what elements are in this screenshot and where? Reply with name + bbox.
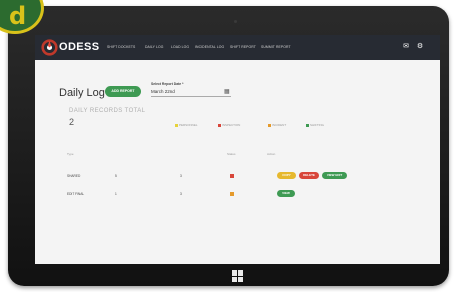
legend-incident: INCIDENT	[268, 123, 286, 127]
daily-records-label: DAILY RECORDS TOTAL	[69, 108, 146, 114]
legend-personnel: PERSONNEL	[175, 123, 198, 127]
logo-icon	[41, 39, 58, 56]
column-header-type: Type	[67, 152, 74, 156]
tablet-frame: ODESS SHIFT DOCKETS DAILY LOG LOAD LOG I…	[8, 6, 449, 286]
camera-dot	[234, 20, 237, 23]
nav-load-log[interactable]: LOAD LOG	[171, 45, 189, 49]
calendar-icon[interactable]: ▦	[224, 88, 230, 95]
add-report-button[interactable]: ADD REPORT	[105, 86, 141, 97]
legend-shifting: SHIFTING	[306, 123, 324, 127]
brand-name: ODESS	[59, 41, 100, 53]
status-indicator	[230, 174, 234, 178]
column-header-status: Status	[227, 152, 236, 156]
row-col2: 5	[115, 174, 117, 178]
nav-summit-report[interactable]: SUMMIT REPORT	[261, 45, 291, 49]
legend-inspection: INSPECTION	[218, 123, 240, 127]
row-type: EDIT FINAL	[67, 192, 85, 196]
main-content: Daily Log ADD REPORT Select Report Date …	[35, 60, 440, 264]
mail-icon[interactable]: ✉	[402, 43, 410, 51]
view-edit-button[interactable]: VIEW EDIT	[322, 172, 347, 179]
app-screen: ODESS SHIFT DOCKETS DAILY LOG LOAD LOG I…	[35, 35, 440, 264]
column-header-action: Action	[267, 152, 276, 156]
row-col3: 3	[180, 192, 182, 196]
row-col3: 3	[180, 174, 182, 178]
delete-button[interactable]: DELETE	[299, 172, 319, 179]
copy-button[interactable]: COPY	[277, 172, 296, 179]
gear-icon[interactable]: ⚙	[416, 43, 424, 51]
top-navbar: ODESS SHIFT DOCKETS DAILY LOG LOAD LOG I…	[35, 35, 440, 60]
nav-daily-log[interactable]: DAILY LOG	[145, 45, 164, 49]
page-title: Daily Log	[59, 87, 105, 99]
nav-incidental-log[interactable]: INCIDENTAL LOG	[195, 45, 224, 49]
date-label: Select Report Date *	[151, 82, 184, 86]
row-col2: 1	[115, 192, 117, 196]
row-type: SHARED	[67, 174, 81, 178]
nav-shift-dockets[interactable]: SHIFT DOCKETS	[107, 45, 135, 49]
windows-logo-icon[interactable]	[232, 270, 244, 282]
view-button[interactable]: VIEW	[277, 190, 295, 197]
badge-letter: d	[9, 2, 27, 30]
daily-records-count: 2	[69, 117, 75, 127]
nav-shift-report[interactable]: SHIFT REPORT	[230, 45, 256, 49]
report-date-field[interactable]: March 22nd	[151, 87, 231, 97]
status-indicator	[230, 192, 234, 196]
